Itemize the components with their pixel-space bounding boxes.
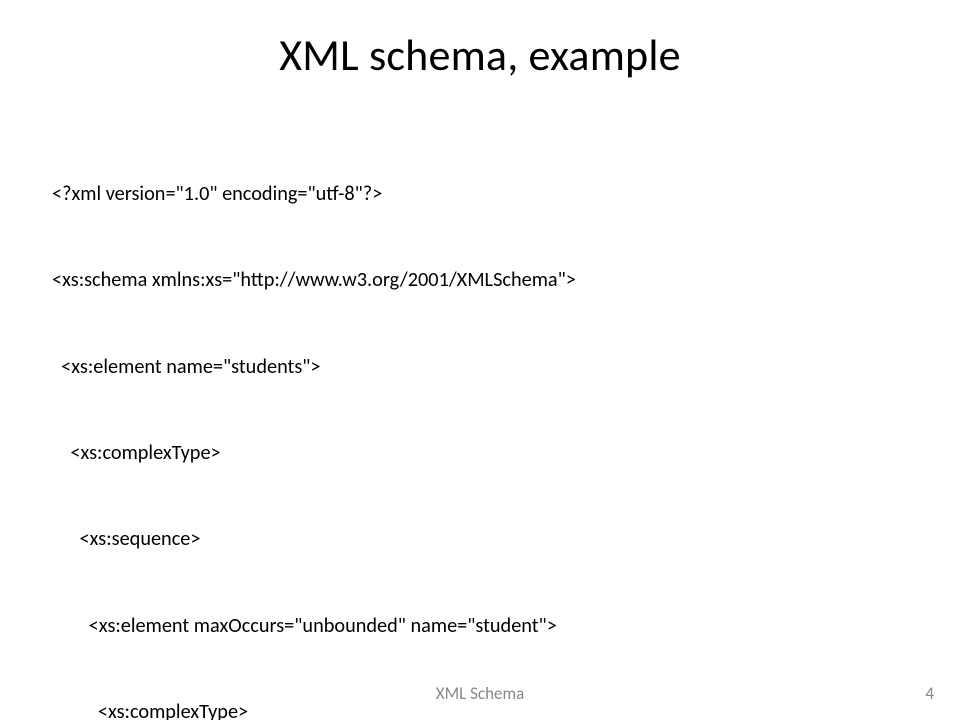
slide: XML schema, example <?xml version="1.0" … — [0, 0, 960, 720]
code-line: <xs:complexType> — [52, 439, 908, 468]
code-line: <xs:element name="students"> — [52, 353, 908, 382]
code-line: <xs:schema xmlns:xs="http://www.w3.org/2… — [52, 266, 908, 295]
code-line: <?xml version="1.0" encoding="utf-8"?> — [52, 180, 908, 209]
footer-label: XML Schema — [0, 683, 960, 704]
slide-title: XML schema, example — [0, 28, 960, 82]
page-number: 4 — [925, 683, 934, 704]
code-block: <?xml version="1.0" encoding="utf-8"?> <… — [52, 122, 908, 720]
code-line: <xs:sequence> — [52, 525, 908, 554]
code-line: <xs:element maxOccurs="unbounded" name="… — [52, 612, 908, 641]
